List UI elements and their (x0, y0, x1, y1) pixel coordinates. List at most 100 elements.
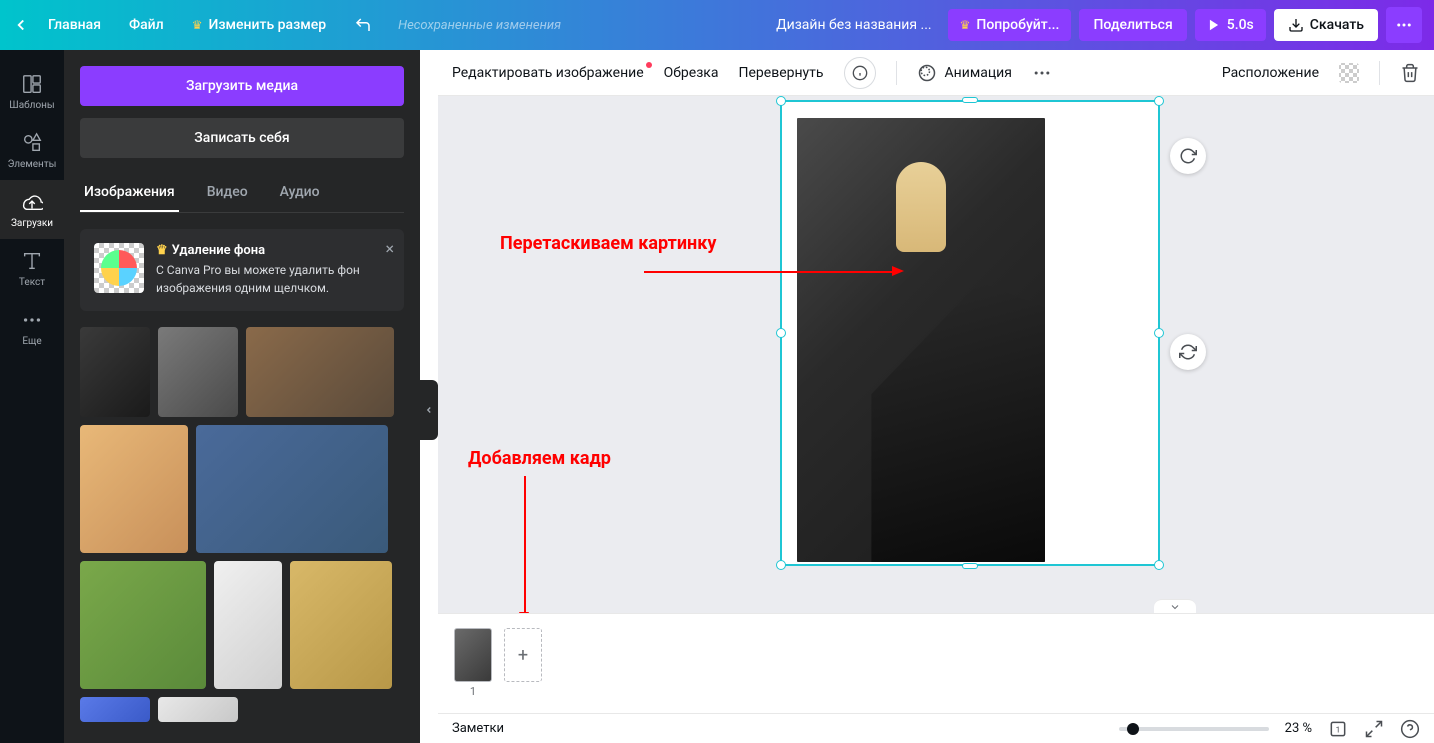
animation-button[interactable]: Анимация (917, 63, 1012, 83)
side-panel: Загрузить медиа Записать себя Изображени… (64, 50, 420, 743)
share-label: Поделиться (1093, 17, 1172, 33)
rail-more[interactable]: Еще (0, 298, 64, 357)
promo-title-text: Удаление фона (172, 243, 265, 258)
media-item[interactable] (80, 561, 206, 689)
resize-button[interactable]: ♛Изменить размер (182, 11, 336, 39)
panel-collapse-handle[interactable] (420, 380, 438, 440)
canvas-area[interactable]: Перетаскиваем картинку Добавляем кадр (438, 96, 1434, 613)
media-item[interactable] (246, 327, 394, 417)
file-label: Файл (129, 17, 164, 33)
dots-icon (1395, 16, 1413, 34)
play-icon (1207, 18, 1221, 32)
pages-collapse-handle[interactable] (1154, 599, 1196, 613)
text-icon (20, 249, 44, 273)
rail-text[interactable]: Текст (0, 239, 64, 298)
media-item[interactable] (214, 561, 282, 689)
help-button[interactable] (1400, 719, 1420, 739)
resize-handle[interactable] (776, 96, 786, 106)
media-item[interactable] (158, 327, 238, 417)
more-icon (20, 308, 44, 332)
resize-handle[interactable] (1154, 328, 1164, 338)
record-self-button[interactable]: Записать себя (80, 118, 404, 158)
edit-image-label: Редактировать изображение (452, 65, 644, 81)
media-item[interactable] (80, 425, 188, 553)
position-button[interactable]: Расположение (1222, 65, 1319, 81)
try-pro-button[interactable]: ♛ Попробуйт... (948, 9, 1072, 41)
try-label: Попробуйт... (976, 17, 1059, 33)
rail-templates[interactable]: Шаблоны (0, 62, 64, 121)
rail-uploads-label: Загрузки (0, 218, 64, 229)
crown-icon: ♛ (156, 243, 168, 258)
tab-audio[interactable]: Аудио (276, 174, 324, 212)
zoom-slider[interactable] (1119, 727, 1269, 731)
notification-dot (646, 62, 652, 68)
resize-handle[interactable] (1154, 560, 1164, 570)
annotation-drag: Перетаскиваем картинку (500, 232, 716, 255)
resize-label: Изменить размер (208, 17, 326, 33)
svg-text:1: 1 (1336, 725, 1341, 735)
annotation-arrow (644, 271, 892, 273)
crop-button[interactable]: Обрезка (664, 65, 719, 81)
templates-icon (20, 72, 44, 96)
pages-view-button[interactable]: 1 (1328, 719, 1348, 739)
flip-button[interactable]: Перевернуть (739, 65, 824, 81)
page-number: 1 (470, 685, 476, 698)
resize-handle[interactable] (1154, 96, 1164, 106)
toolbar-more-button[interactable] (1032, 63, 1052, 83)
info-button[interactable] (844, 57, 876, 89)
rail-uploads[interactable]: Загрузки (0, 180, 64, 239)
download-button[interactable]: Скачать (1274, 9, 1378, 41)
fullscreen-button[interactable] (1364, 719, 1384, 739)
download-label: Скачать (1310, 17, 1364, 33)
placed-image[interactable] (797, 118, 1045, 562)
top-more-button[interactable] (1386, 7, 1422, 43)
rail-elements-label: Элементы (0, 159, 64, 170)
annotation-arrow (524, 476, 526, 613)
crown-icon: ♛ (960, 18, 971, 32)
replace-image-button[interactable] (1170, 138, 1206, 174)
tab-video[interactable]: Видео (203, 174, 252, 212)
rail-templates-label: Шаблоны (0, 100, 64, 111)
media-item[interactable] (80, 327, 150, 417)
file-button[interactable]: Файл (119, 11, 174, 39)
record-label: Записать себя (194, 130, 289, 146)
resize-handle[interactable] (776, 560, 786, 570)
media-item[interactable] (80, 697, 150, 722)
resize-handle[interactable] (962, 97, 978, 103)
zoom-knob[interactable] (1127, 723, 1139, 735)
transparency-button[interactable] (1339, 63, 1359, 83)
undo-button[interactable] (344, 10, 382, 40)
design-stage[interactable] (780, 100, 1160, 566)
media-item[interactable] (196, 425, 388, 553)
play-button[interactable]: 5.0s (1195, 9, 1266, 41)
delete-button[interactable] (1400, 63, 1420, 83)
canvas-toolbar: Редактировать изображение Обрезка Переве… (438, 50, 1434, 96)
share-button[interactable]: Поделиться (1079, 9, 1186, 41)
rail-text-label: Текст (0, 277, 64, 288)
edit-image-button[interactable]: Редактировать изображение (452, 65, 644, 81)
resize-handle[interactable] (776, 328, 786, 338)
animation-icon (917, 63, 937, 83)
notes-button[interactable]: Заметки (452, 721, 504, 736)
tab-images[interactable]: Изображения (80, 174, 179, 212)
back-icon[interactable] (12, 16, 30, 34)
animation-label: Анимация (945, 65, 1012, 81)
elements-icon (20, 131, 44, 155)
resize-handle[interactable] (962, 563, 978, 569)
page-thumbnail[interactable] (454, 628, 492, 682)
media-item[interactable] (290, 561, 392, 689)
zoom-value[interactable]: 23 % (1285, 721, 1312, 736)
media-item[interactable] (158, 697, 238, 722)
rail-elements[interactable]: Элементы (0, 121, 64, 180)
upload-media-button[interactable]: Загрузить медиа (80, 66, 404, 106)
upload-label: Загрузить медиа (186, 78, 298, 94)
add-page-button[interactable]: + (504, 628, 542, 682)
promo-title: ♛ Удаление фона (156, 243, 390, 258)
promo-close-button[interactable]: × (385, 239, 394, 258)
left-rail: Шаблоны Элементы Загрузки Текст Еще (0, 50, 64, 743)
sync-button[interactable] (1170, 334, 1206, 370)
design-title[interactable]: Дизайн без названия ... (768, 17, 940, 33)
pages-strip: 1 + (438, 613, 1434, 713)
home-button[interactable]: Главная (38, 11, 111, 39)
annotation-add-frame: Добавляем кадр (468, 448, 611, 469)
